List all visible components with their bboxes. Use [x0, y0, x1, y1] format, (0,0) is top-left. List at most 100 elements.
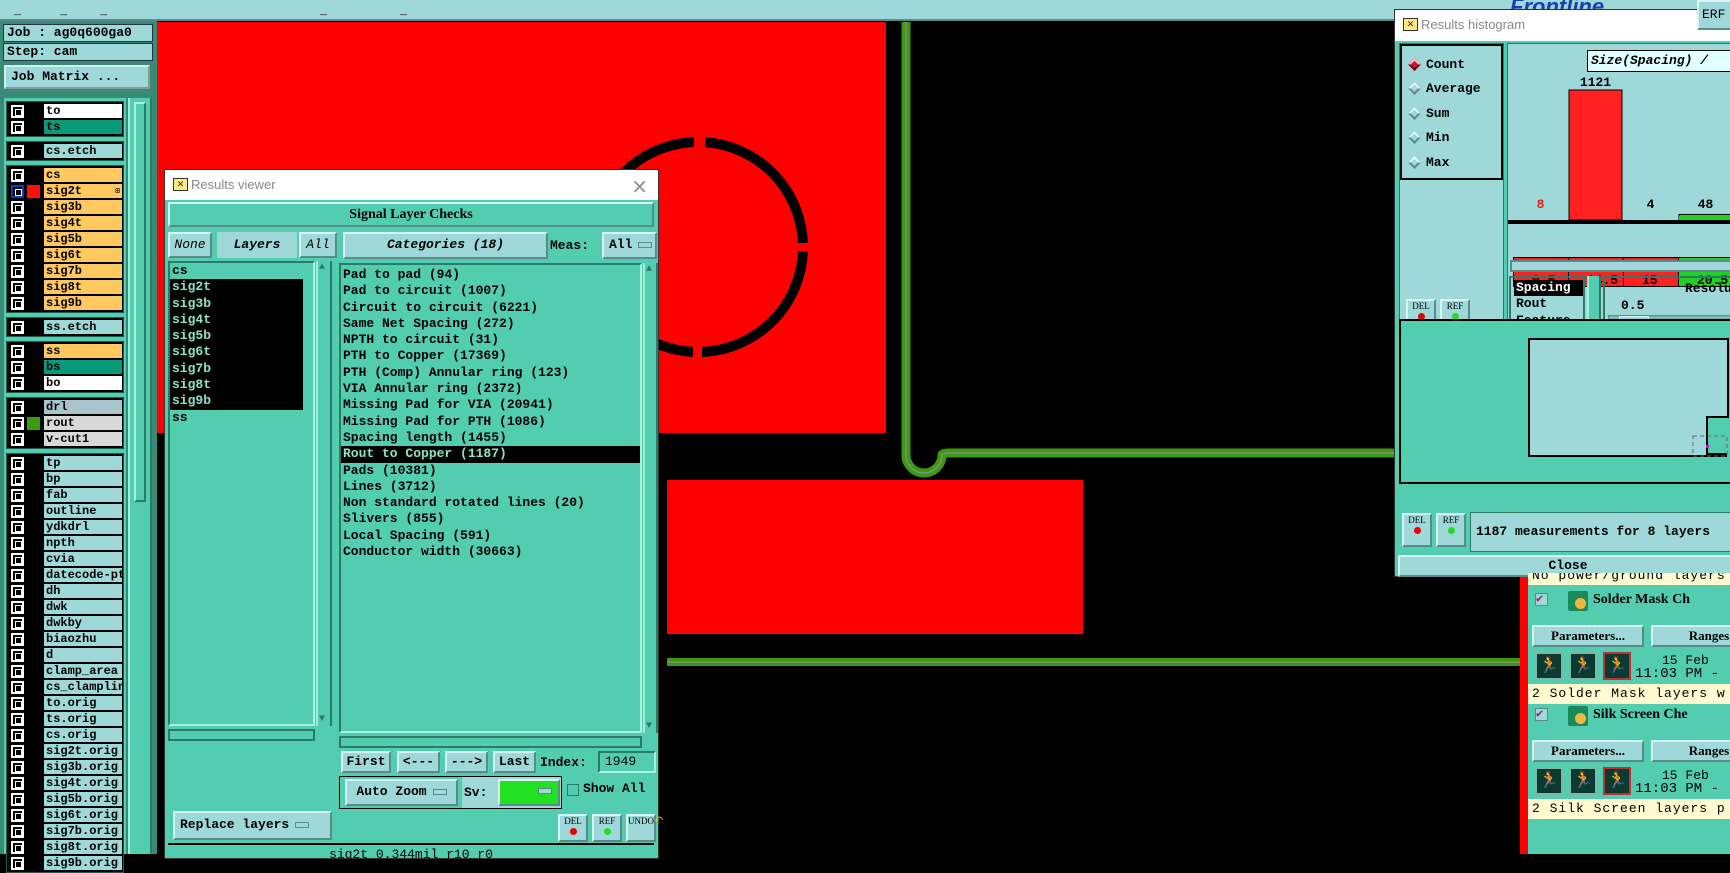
layer-display-color[interactable] — [27, 728, 40, 742]
toolbar-item[interactable]: _ — [320, 4, 327, 18]
layer-affected-checkbox[interactable] — [11, 776, 24, 790]
category-list-item[interactable]: Same Net Spacing (272) — [341, 316, 640, 332]
layer-row[interactable]: sig7b.orig — [8, 823, 122, 839]
run-check-area-icon[interactable]: 🏃 — [1569, 767, 1597, 795]
run-check-profile-icon[interactable]: 🏃 — [1603, 652, 1631, 680]
mode-radio-min[interactable]: Min — [1402, 126, 1501, 151]
layer-row[interactable]: cs.etch — [8, 143, 122, 159]
meas-dropdown[interactable]: All — [602, 232, 657, 259]
layer-name[interactable]: rout — [44, 416, 122, 430]
layer-name[interactable]: ss.etch — [44, 320, 122, 334]
layer-name[interactable]: dwk — [44, 600, 122, 614]
layer-list-scrollbar[interactable] — [128, 98, 152, 854]
layer-affected-checkbox[interactable] — [11, 664, 24, 678]
none-button[interactable]: None — [168, 232, 212, 258]
layer-display-color[interactable] — [27, 264, 40, 278]
layer-display-color[interactable] — [27, 696, 40, 710]
parameters-button[interactable]: Parameters... — [1532, 740, 1644, 762]
layer-display-color[interactable] — [27, 856, 40, 870]
layer-affected-checkbox[interactable] — [11, 808, 24, 822]
layer-name[interactable]: bo — [44, 376, 122, 390]
layer-name[interactable]: dwkby — [44, 616, 122, 630]
layer-menu-icon[interactable]: ⊞ — [115, 186, 120, 196]
radio-diamond-icon[interactable] — [1408, 155, 1421, 169]
layer-affected-checkbox[interactable] — [11, 520, 24, 534]
layer-row[interactable]: to — [8, 103, 122, 119]
layer-row[interactable]: sig5b — [8, 231, 122, 247]
category-list-item[interactable]: Slivers (855) — [341, 511, 640, 527]
scroll-down-icon[interactable]: ▼ — [646, 721, 652, 732]
layer-row[interactable]: sig2t.orig — [8, 743, 122, 759]
layer-name[interactable]: sig5b.orig — [44, 792, 122, 806]
run-check-icon[interactable]: 🏃 — [1535, 652, 1563, 680]
layer-affected-checkbox[interactable] — [11, 648, 24, 662]
preview-area[interactable] — [1399, 319, 1730, 484]
layer-row[interactable]: sig6t — [8, 247, 122, 263]
layer-affected-checkbox[interactable] — [11, 456, 24, 470]
layer-affected-checkbox[interactable] — [11, 376, 24, 390]
layer-row[interactable]: biaozhu — [8, 631, 122, 647]
index-input[interactable]: 1949 — [598, 751, 656, 773]
layer-name[interactable]: sig3b — [44, 200, 122, 214]
layer-name[interactable]: dh — [44, 584, 122, 598]
layer-name[interactable]: cvia — [44, 552, 122, 566]
layer-affected-checkbox[interactable] — [11, 744, 24, 758]
layer-row[interactable]: ss — [8, 343, 122, 359]
layer-name[interactable]: ts.orig — [44, 712, 122, 726]
layer-display-color[interactable] — [27, 344, 40, 358]
category-list-item[interactable]: Lines (3712) — [341, 479, 640, 495]
layer-list-scrollbar[interactable]: ▲ ▼ — [316, 261, 332, 726]
category-list-item[interactable]: Pad to pad (94) — [341, 267, 640, 283]
auto-zoom-dropdown[interactable]: Auto Zoom — [345, 779, 458, 806]
layer-display-color[interactable] — [27, 400, 40, 414]
close-icon[interactable]: × — [631, 174, 648, 198]
layer-select-list[interactable]: cs sig2t sig3b sig4t sig5b sig6t sig7b sig8t sig… — [168, 261, 315, 726]
layer-name[interactable]: to — [44, 104, 122, 118]
layer-row[interactable]: dwkby — [8, 615, 122, 631]
layer-list-item[interactable]: sig2t — [170, 279, 303, 296]
del-button[interactable]: DEL — [1402, 513, 1432, 547]
layer-row[interactable]: rout — [8, 415, 122, 431]
layer-name[interactable]: cs.orig — [44, 728, 122, 742]
layer-affected-checkbox[interactable] — [11, 200, 24, 214]
layer-row[interactable]: npth — [8, 535, 122, 551]
layer-display-color[interactable] — [27, 760, 40, 774]
layer-name[interactable]: cs — [44, 168, 122, 182]
layer-name[interactable]: biaozhu — [44, 632, 122, 646]
layer-row[interactable]: outline — [8, 503, 122, 519]
category-list-item[interactable]: Pad to circuit (1007) — [341, 283, 640, 299]
layer-list-item[interactable]: sig6t — [170, 344, 303, 361]
layer-row[interactable]: d — [8, 647, 122, 663]
scroll-up-icon[interactable]: ▲ — [319, 262, 325, 273]
layer-affected-checkbox[interactable] — [11, 536, 24, 550]
layer-name[interactable]: datecode-pte — [44, 568, 122, 582]
layer-list-item[interactable]: sig4t — [170, 311, 303, 329]
layer-row[interactable]: sig8t — [8, 279, 122, 295]
layer-row[interactable]: sig6t.orig — [8, 807, 122, 823]
prev-button[interactable]: <--- — [397, 751, 440, 773]
run-check-profile-icon[interactable]: 🏃 — [1603, 767, 1631, 795]
layer-name[interactable]: drl — [44, 400, 122, 414]
category-list[interactable]: Pad to pad (94) Pad to circuit (1007) Circ… — [339, 263, 642, 733]
layer-row[interactable]: ydkdrl — [8, 519, 122, 535]
replace-layers-dropdown[interactable]: Replace layers — [173, 811, 332, 840]
layer-display-color[interactable] — [27, 184, 40, 198]
layer-row[interactable]: sig9b — [8, 295, 122, 311]
measure-type-item[interactable]: Rout — [1514, 296, 1583, 312]
chart-hscrollbar[interactable] — [1510, 260, 1730, 272]
layer-row[interactable]: sig5b.orig — [8, 791, 122, 807]
category-list-item[interactable]: Non standard rotated lines (20) — [341, 495, 640, 511]
layer-name[interactable]: sig3b.orig — [44, 760, 122, 774]
layer-display-color[interactable] — [27, 296, 40, 310]
layer-display-color[interactable] — [27, 520, 40, 534]
layer-affected-checkbox[interactable] — [11, 344, 24, 358]
layer-affected-checkbox[interactable] — [11, 680, 24, 694]
layer-affected-checkbox[interactable] — [11, 712, 24, 726]
layer-display-color[interactable] — [27, 168, 40, 182]
ref-button[interactable]: REF — [592, 814, 622, 842]
layer-affected-checkbox[interactable] — [11, 568, 24, 582]
layer-name[interactable]: sig7b — [44, 264, 122, 278]
layer-list-item[interactable]: sig5b — [170, 328, 303, 345]
layer-display-color[interactable] — [27, 776, 40, 790]
layer-display-color[interactable] — [27, 144, 40, 158]
